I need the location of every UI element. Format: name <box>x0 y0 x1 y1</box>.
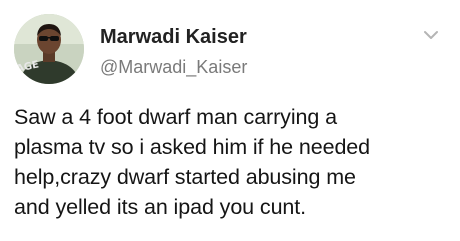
author-display-name[interactable]: Marwadi Kaiser <box>100 25 247 49</box>
tweet-header: Marwadi Kaiser @Marwadi_Kaiser <box>100 25 247 78</box>
tweet-text-line: help,crazy dwarf started abusing me <box>14 165 356 189</box>
tweet-text-line: and yelled its an ipad you cunt. <box>14 195 307 219</box>
tweet-text-line: Saw a 4 foot dwarf man carrying a <box>14 105 337 129</box>
author-handle[interactable]: @Marwadi_Kaiser <box>100 56 247 78</box>
tweet-card: AGE Marwadi Kaiser @Marwadi_Kaiser Saw a… <box>0 0 460 241</box>
tweet-text-line: plasma tv so i asked him if he needed <box>14 135 371 159</box>
tweet-text: Saw a 4 foot dwarf man carrying a plasma… <box>14 102 454 222</box>
avatar[interactable]: AGE <box>14 14 84 84</box>
chevron-down-icon[interactable] <box>424 30 438 40</box>
avatar-image: AGE <box>14 14 84 84</box>
